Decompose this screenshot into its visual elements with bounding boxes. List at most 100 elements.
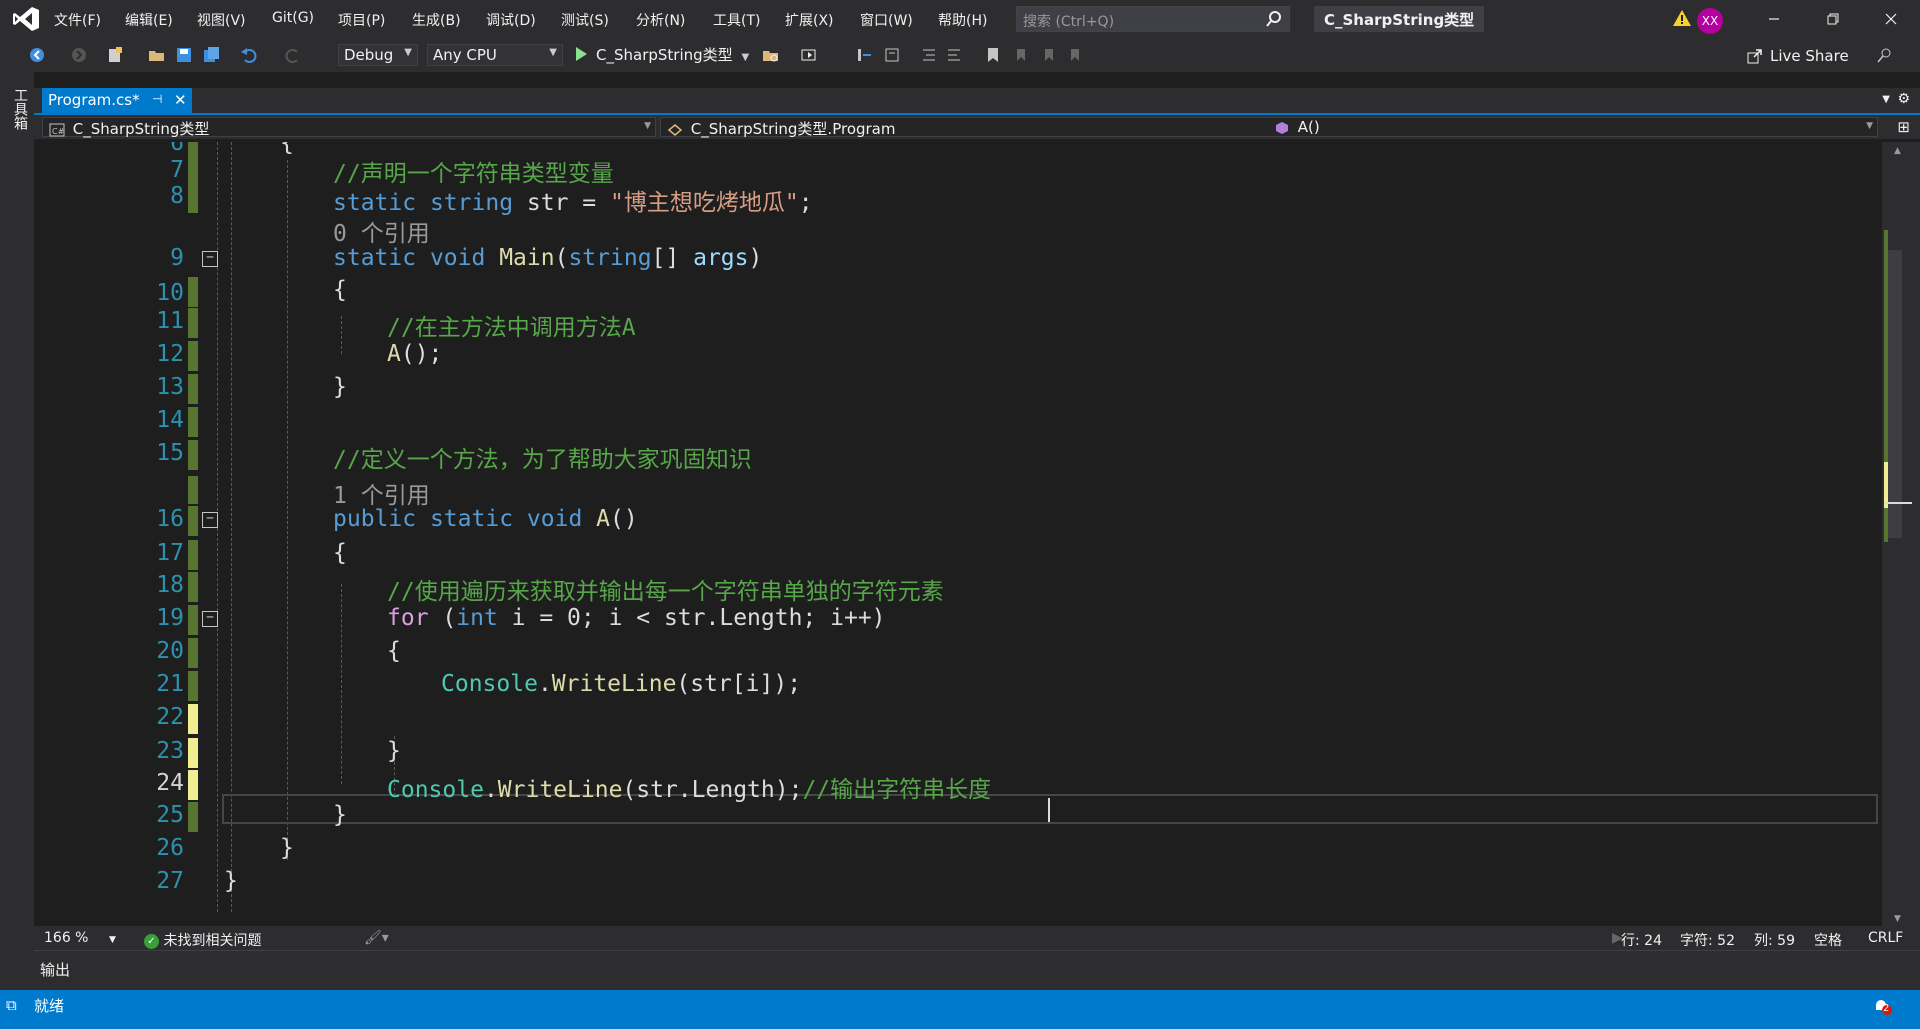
- toolbox-tab[interactable]: 工具箱: [10, 88, 30, 130]
- output-tab[interactable]: 输出: [40, 959, 70, 980]
- line-number: 20: [156, 638, 184, 664]
- code-line: 13 }: [40, 374, 1882, 404]
- line-number: 13: [156, 374, 184, 400]
- redo-icon[interactable]: [284, 46, 302, 64]
- zoom-level-dropdown[interactable]: 166 % ▼: [44, 930, 116, 946]
- scrollbar-thumb[interactable]: [1888, 250, 1902, 538]
- code-line: 14: [40, 407, 1882, 437]
- tab-list-dropdown-icon[interactable]: ▼: [1882, 94, 1890, 105]
- open-file-icon[interactable]: [148, 46, 166, 64]
- whitespace-indicator[interactable]: 空格: [1814, 930, 1842, 950]
- back-icon[interactable]: [28, 46, 46, 64]
- menu-analyze[interactable]: 分析(N): [636, 10, 685, 30]
- tab-program-cs[interactable]: Program.cs* ⊣ ✕: [42, 88, 192, 115]
- vertical-scrollbar[interactable]: ▲ ▼: [1882, 142, 1920, 926]
- undo-icon[interactable]: [240, 46, 258, 64]
- code-line: 11 //在主方法中调用方法A: [40, 308, 1882, 341]
- scroll-up-icon[interactable]: ▲: [1894, 146, 1901, 156]
- warning-icon[interactable]: [1672, 9, 1692, 27]
- toolbox-side-panel: 工具箱: [0, 72, 34, 990]
- line-number: 19: [156, 605, 184, 631]
- previous-bookmark-icon[interactable]: [1012, 46, 1030, 64]
- forward-icon[interactable]: [70, 46, 88, 64]
- code-text: {: [387, 638, 401, 664]
- next-bookmark-icon[interactable]: [1040, 46, 1058, 64]
- menu-view[interactable]: 视图(V): [197, 10, 246, 30]
- char-indicator[interactable]: 字符: 52: [1680, 930, 1735, 950]
- step-into-icon[interactable]: [856, 46, 874, 64]
- output-panel-tab: 输出: [34, 950, 1920, 990]
- settings-gear-icon[interactable]: ⚙: [1897, 91, 1910, 107]
- new-project-icon[interactable]: [106, 46, 124, 64]
- configuration-dropdown[interactable]: Debug ▼: [338, 44, 418, 66]
- project-value: C_SharpString类型: [72, 120, 210, 138]
- comment-out-icon[interactable]: [920, 46, 938, 64]
- scroll-down-icon[interactable]: ▼: [1894, 914, 1901, 924]
- references-label[interactable]: 0 个引用: [333, 214, 430, 248]
- visual-studio-logo-icon[interactable]: [12, 6, 40, 32]
- check-icon: ✓: [144, 933, 159, 949]
- menu-tools[interactable]: 工具(T): [713, 10, 760, 30]
- tab-close-icon[interactable]: ✕: [174, 91, 187, 109]
- project-dropdown[interactable]: C# C_SharpString类型 ▼: [42, 117, 656, 138]
- feedback-icon[interactable]: [1876, 46, 1894, 64]
- menu-help[interactable]: 帮助(H): [938, 10, 987, 30]
- chevron-down-icon: ▼: [108, 935, 116, 945]
- split-window-icon[interactable]: ⊞: [1897, 118, 1910, 136]
- save-icon[interactable]: [175, 46, 193, 64]
- menu-git[interactable]: Git(G): [272, 10, 314, 26]
- line-number: 15: [156, 440, 184, 466]
- live-share-button[interactable]: Live Share: [1746, 47, 1849, 65]
- saved-change-marker: [188, 341, 198, 371]
- member-dropdown[interactable]: A() ▼: [1268, 117, 1878, 137]
- line-indicator[interactable]: 行: 24: [1621, 930, 1662, 950]
- code-text: }: [333, 374, 347, 400]
- platform-dropdown[interactable]: Any CPU ▼: [427, 44, 563, 66]
- menu-extensions[interactable]: 扩展(X): [785, 10, 834, 30]
- code-line: 12 A();: [40, 341, 1882, 371]
- pin-icon[interactable]: ⊣: [152, 92, 162, 106]
- chevron-down-icon: ▼: [741, 52, 750, 63]
- line-number: 18: [156, 572, 184, 598]
- save-all-icon[interactable]: [203, 46, 221, 64]
- menu-debug[interactable]: 调试(D): [486, 10, 536, 30]
- share-icon: [1747, 49, 1762, 64]
- codelens-references[interactable]: 1 个引用: [40, 476, 1882, 509]
- code-comment: //定义一个方法，为了帮助大家巩固知识: [333, 447, 752, 473]
- menu-build[interactable]: 生成(B): [412, 10, 461, 30]
- step-over-icon[interactable]: [883, 46, 901, 64]
- browse-folder-icon[interactable]: [762, 46, 780, 64]
- menu-test[interactable]: 测试(S): [561, 10, 609, 30]
- menu-project[interactable]: 项目(P): [338, 10, 385, 30]
- chevron-down-icon: ▼: [404, 47, 412, 58]
- menu-window[interactable]: 窗口(W): [860, 10, 913, 30]
- bookmark-icon[interactable]: [984, 46, 1002, 64]
- code-cleanup-icon[interactable]: 🖌▾: [364, 930, 389, 946]
- class-dropdown[interactable]: C_SharpString类型.Program ▼: [660, 117, 1298, 138]
- close-icon[interactable]: [1881, 10, 1901, 28]
- code-line: 27 }: [40, 868, 1882, 898]
- references-label[interactable]: 1 个引用: [333, 476, 430, 510]
- minimize-icon[interactable]: [1764, 10, 1784, 28]
- collapse-icon[interactable]: −: [202, 251, 218, 267]
- menu-file[interactable]: 文件(F): [54, 10, 101, 30]
- collapse-icon[interactable]: −: [202, 512, 218, 528]
- codelens-references[interactable]: 0 个引用: [40, 214, 1882, 247]
- start-debugging-button[interactable]: C_SharpString类型 ▼: [572, 44, 749, 66]
- search-input[interactable]: 搜索 (Ctrl+Q): [1016, 6, 1290, 32]
- code-line: 24 Console.WriteLine(str.Length);//输出字符串…: [40, 770, 1882, 803]
- issues-indicator[interactable]: ✓ 未找到相关问题: [144, 930, 261, 950]
- clear-bookmarks-icon[interactable]: [1066, 46, 1084, 64]
- avatar[interactable]: XX: [1697, 8, 1723, 34]
- solution-title: C_SharpString类型: [1314, 6, 1485, 32]
- menu-edit[interactable]: 编辑(E): [125, 10, 173, 30]
- collapse-icon[interactable]: −: [202, 611, 218, 627]
- hot-reload-icon[interactable]: [800, 46, 818, 64]
- column-indicator[interactable]: 列: 59: [1754, 930, 1795, 950]
- line-ending-indicator[interactable]: CRLF: [1868, 930, 1903, 946]
- code-editor[interactable]: 6 { 7 //声明一个字符串类型变量 8 static string str …: [40, 142, 1882, 926]
- restore-icon[interactable]: [1823, 10, 1843, 28]
- uncomment-icon[interactable]: [945, 46, 963, 64]
- class-icon: [667, 123, 683, 136]
- saved-change-marker: [188, 572, 198, 602]
